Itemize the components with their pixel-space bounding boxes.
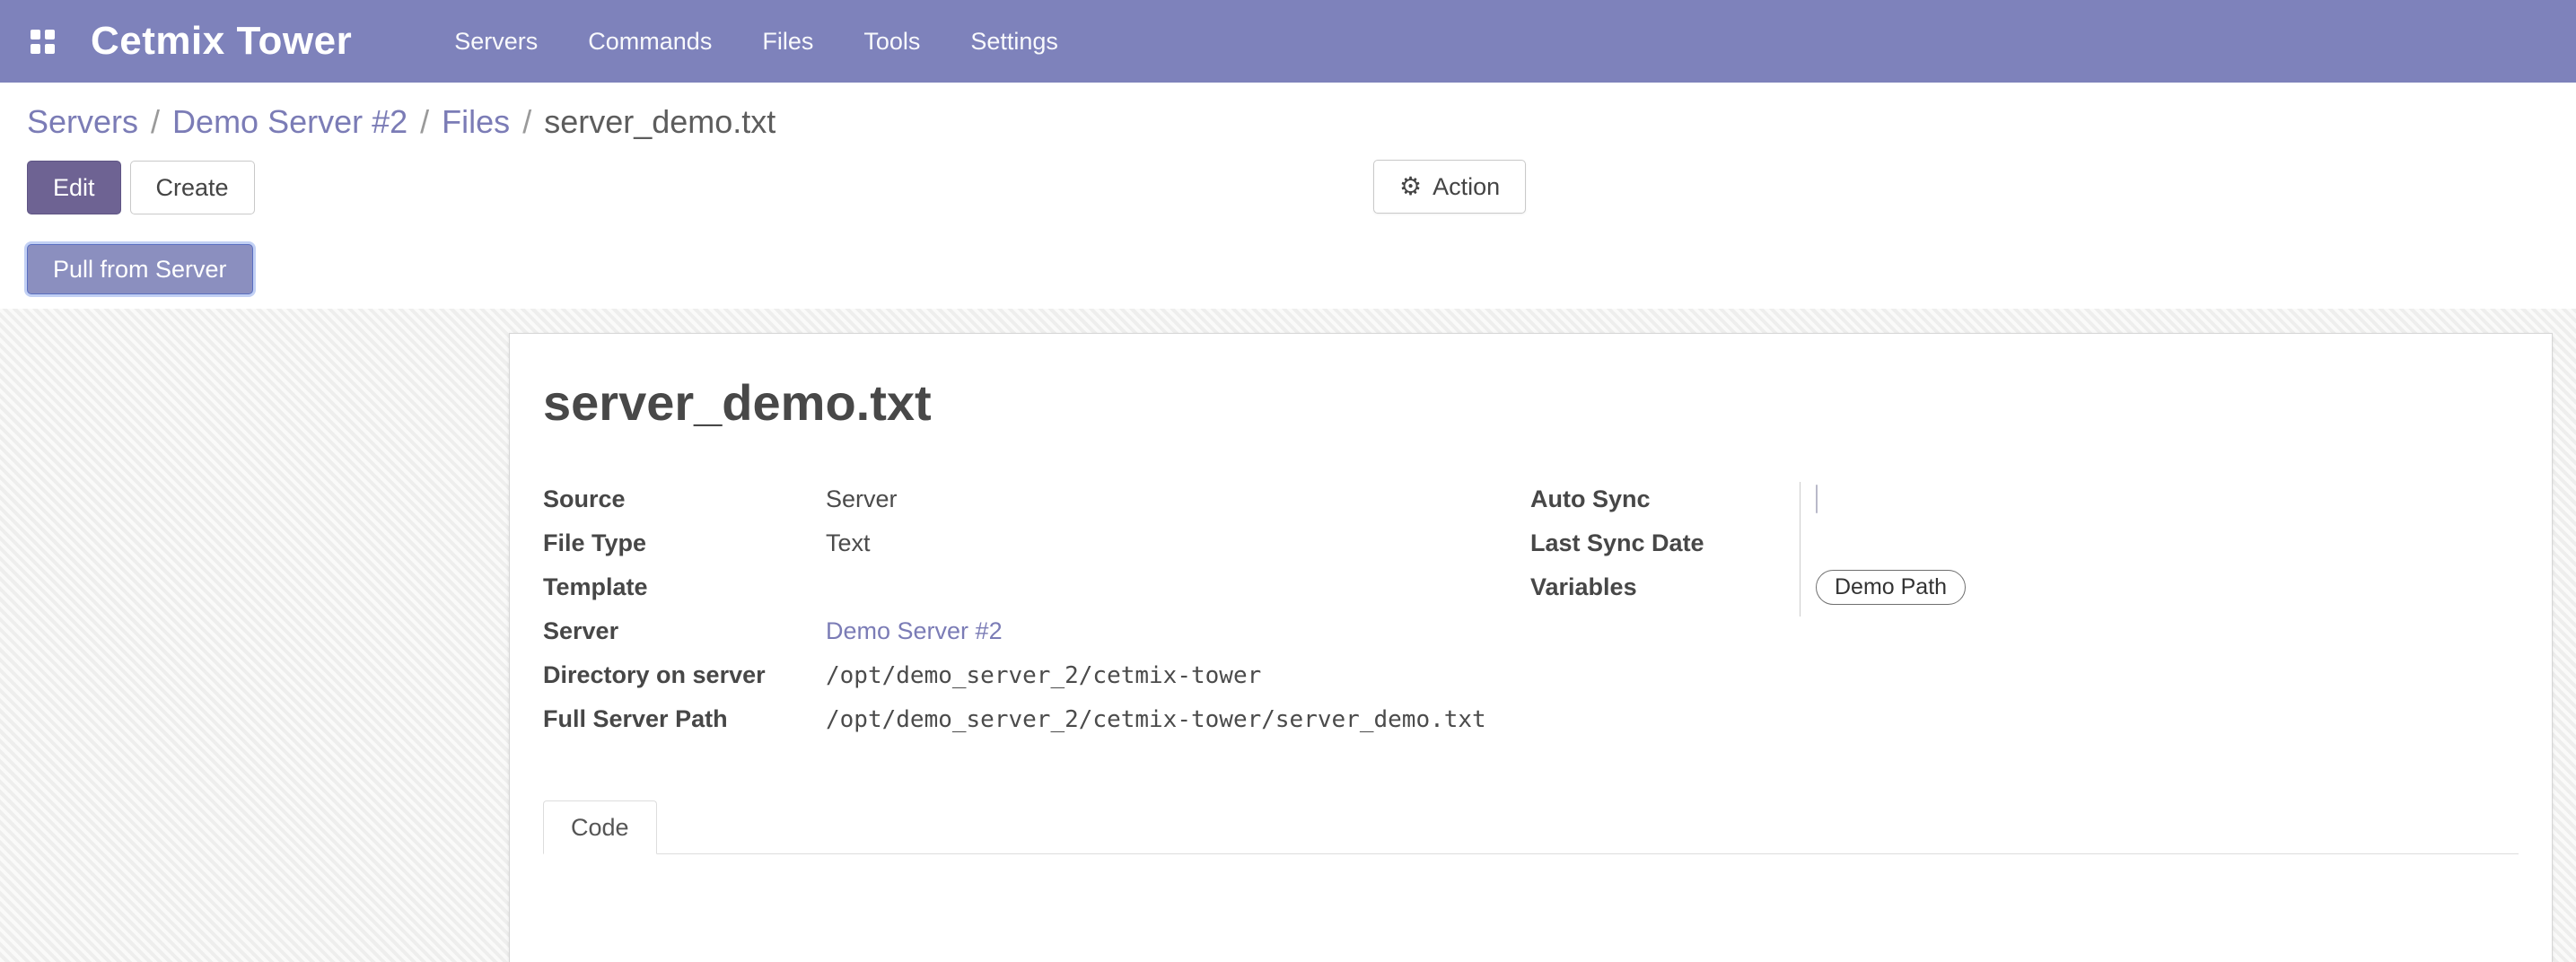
content-area: server_demo.txt Source Server File Type … <box>0 309 2576 962</box>
breadcrumb-files[interactable]: Files <box>442 103 510 141</box>
field-label-last-sync: Last Sync Date <box>1530 529 1816 557</box>
field-label-file-type: File Type <box>543 529 826 557</box>
breadcrumb-servers[interactable]: Servers <box>27 103 138 141</box>
field-row-last-sync: Last Sync Date <box>1530 521 2482 565</box>
create-button[interactable]: Create <box>130 161 255 214</box>
menu-item-settings[interactable]: Settings <box>965 19 1064 65</box>
menu-item-files[interactable]: Files <box>757 19 819 65</box>
top-navbar: Cetmix Tower Servers Commands Files Tool… <box>0 0 2576 83</box>
variable-tag-demo-path[interactable]: Demo Path <box>1816 570 1966 605</box>
field-row-directory: Directory on server /opt/demo_server_2/c… <box>543 653 1512 697</box>
pull-from-server-button[interactable]: Pull from Server <box>27 244 253 294</box>
field-label-auto-sync: Auto Sync <box>1530 485 1816 513</box>
breadcrumb-separator: / <box>420 103 429 141</box>
field-label-server: Server <box>543 617 826 645</box>
menu-item-commands[interactable]: Commands <box>583 19 717 65</box>
field-row-template: Template <box>543 565 1512 609</box>
control-panel: Servers / Demo Server #2 / Files / serve… <box>0 83 2576 309</box>
action-button-label: Action <box>1433 173 1500 201</box>
field-label-source: Source <box>543 485 826 513</box>
menu-item-servers[interactable]: Servers <box>449 19 543 65</box>
pull-row: Pull from Server <box>27 244 2576 294</box>
field-group-right: Auto Sync Last Sync Date Variables Demo … <box>1530 477 2482 609</box>
field-label-full-path: Full Server Path <box>543 705 826 733</box>
field-value-source: Server <box>826 485 898 513</box>
button-row: Edit Create ⚙ Action <box>27 160 2576 215</box>
field-row-source: Source Server <box>543 477 1512 521</box>
edit-button[interactable]: Edit <box>27 161 121 214</box>
breadcrumb-separator: / <box>522 103 531 141</box>
main-menu: Servers Commands Files Tools Settings <box>449 19 1064 65</box>
right-group-divider <box>1800 482 1801 617</box>
field-value-full-path: /opt/demo_server_2/cetmix-tower/server_d… <box>826 706 1486 733</box>
field-row-variables: Variables Demo Path <box>1530 565 2482 609</box>
tab-code[interactable]: Code <box>543 800 657 854</box>
breadcrumb: Servers / Demo Server #2 / Files / serve… <box>27 97 2576 147</box>
auto-sync-checkbox <box>1816 485 1818 513</box>
field-value-directory: /opt/demo_server_2/cetmix-tower <box>826 662 1261 689</box>
action-button[interactable]: ⚙ Action <box>1373 160 1526 214</box>
breadcrumb-current: server_demo.txt <box>544 103 775 141</box>
apps-grid-icon[interactable] <box>31 30 55 54</box>
field-value-file-type: Text <box>826 529 871 557</box>
notebook-tabs: Code <box>543 800 2519 854</box>
field-label-directory: Directory on server <box>543 661 826 689</box>
field-label-template: Template <box>543 573 826 601</box>
field-group-left: Source Server File Type Text Template Se… <box>543 477 1512 741</box>
field-value-server-link[interactable]: Demo Server #2 <box>826 617 1003 645</box>
field-row-full-path: Full Server Path /opt/demo_server_2/cetm… <box>543 697 1512 741</box>
field-row-file-type: File Type Text <box>543 521 1512 565</box>
breadcrumb-separator: / <box>151 103 160 141</box>
form-sheet: server_demo.txt Source Server File Type … <box>509 333 2553 962</box>
field-label-variables: Variables <box>1530 573 1816 601</box>
page-title: server_demo.txt <box>543 373 932 432</box>
gear-icon: ⚙ <box>1399 174 1422 199</box>
brand-title[interactable]: Cetmix Tower <box>91 19 352 64</box>
field-row-server: Server Demo Server #2 <box>543 609 1512 653</box>
breadcrumb-demo-server[interactable]: Demo Server #2 <box>172 103 407 141</box>
field-row-auto-sync: Auto Sync <box>1530 477 2482 521</box>
menu-item-tools[interactable]: Tools <box>858 19 925 65</box>
